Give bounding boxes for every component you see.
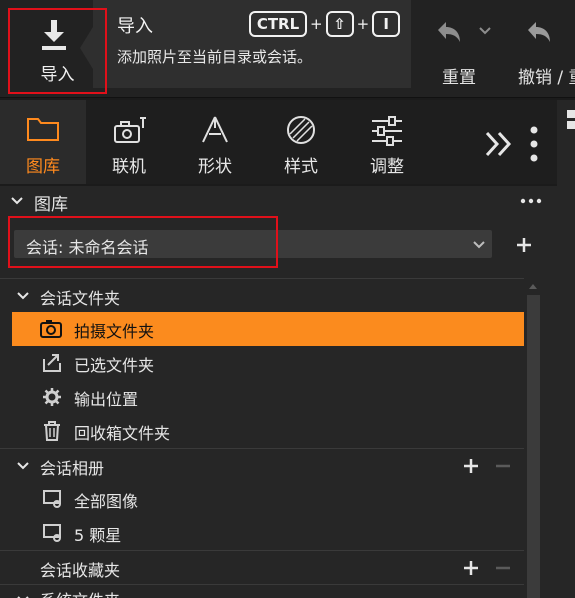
panel-menu-icon[interactable] — [520, 198, 542, 204]
reset-icon — [438, 22, 460, 42]
shape-icon — [202, 116, 228, 143]
list-item-label: 已选文件夹 — [74, 356, 155, 375]
list-item-trash-folder[interactable]: 回收箱文件夹 — [0, 414, 524, 448]
shift-key: ⇧ — [325, 11, 354, 37]
list-item-selects-folder[interactable]: 已选文件夹 — [0, 346, 524, 380]
sliders-icon — [372, 116, 402, 146]
tab-style-label: 样式 — [284, 157, 318, 177]
import-button[interactable]: 导入 — [8, 8, 107, 94]
section-session-albums[interactable]: 会话相册 — [0, 448, 524, 482]
scrollbar-thumb[interactable] — [527, 295, 540, 598]
list-item-five-stars[interactable]: 5 颗星 — [0, 516, 524, 550]
section-label: 会话文件夹 — [40, 289, 121, 308]
reset-label: 重置 — [442, 68, 476, 88]
section-system-folders[interactable]: 系统文件夹 — [0, 584, 524, 598]
import-tooltip: 导入 CTRL + ⇧ + I 添加照片至当前目录或会话。 — [93, 0, 411, 88]
tab-shape-label: 形状 — [198, 157, 232, 177]
add-session-icon[interactable] — [515, 236, 533, 254]
i-key: I — [372, 11, 401, 37]
list-item-label: 拍摄文件夹 — [74, 322, 155, 341]
reset-button[interactable]: 重置 — [430, 12, 486, 92]
list-item-label: 输出位置 — [74, 390, 139, 409]
chevron-down-icon — [473, 241, 485, 249]
undo-label: 撤销 / 重做 — [518, 68, 575, 88]
tab-tether[interactable]: 联机 — [86, 100, 172, 184]
undo-redo-button[interactable]: 撤销 / 重做 — [510, 12, 575, 92]
reset-dropdown-icon[interactable] — [478, 26, 492, 36]
grid-icon[interactable] — [567, 110, 575, 130]
panel-header[interactable]: 图库 — [0, 186, 557, 216]
tooltip-title: 导入 — [117, 16, 153, 37]
undo-icon — [528, 22, 550, 42]
tabs-menu-icon[interactable] — [529, 126, 539, 162]
list-item-capture-folder[interactable]: 拍摄文件夹 — [12, 312, 524, 346]
more-tabs-icon[interactable] — [484, 130, 514, 158]
selects-folder-icon — [43, 354, 61, 372]
right-tool-strip — [557, 100, 575, 598]
add-favorite-icon[interactable] — [462, 559, 480, 577]
remove-favorite-icon[interactable] — [494, 559, 512, 577]
section-label: 会话相册 — [40, 459, 105, 478]
style-icon — [287, 116, 315, 144]
tab-adjust[interactable]: 调整 — [344, 100, 430, 184]
tab-adjust-label: 调整 — [370, 157, 404, 177]
folder-icon — [27, 118, 59, 141]
gear-icon — [43, 388, 61, 406]
smart-album-icon — [43, 524, 61, 542]
tab-style[interactable]: 样式 — [258, 100, 344, 184]
chevron-down-icon — [17, 292, 29, 300]
section-label: 会话收藏夹 — [40, 561, 121, 580]
remove-album-icon[interactable] — [494, 457, 512, 475]
chevron-down-icon — [17, 462, 29, 470]
download-icon — [42, 20, 66, 50]
session-highlight-box — [8, 216, 278, 268]
tab-library-label: 图库 — [26, 157, 60, 177]
camera-tether-icon — [114, 117, 146, 143]
smart-album-icon — [43, 490, 61, 508]
plus-sign: + — [356, 15, 370, 33]
section-session-folders[interactable]: 会话文件夹 — [0, 278, 524, 312]
shortcut-keys: CTRL + ⇧ + I — [249, 10, 401, 38]
list-item-label: 回收箱文件夹 — [74, 424, 171, 443]
module-tabs: 图库 联机 形状 样式 调整 — [0, 100, 557, 184]
ctrl-key: CTRL — [249, 11, 307, 37]
plus-sign: + — [310, 15, 323, 33]
scroll-up-icon[interactable] — [528, 282, 538, 290]
list-item-label: 全部图像 — [74, 492, 139, 511]
list-item-output-location[interactable]: 输出位置 — [0, 380, 524, 414]
top-toolbar: 重置 撤销 / 重做 导入 CTRL + ⇧ + I 添加照片至当前目录或会话。… — [0, 0, 575, 98]
panel-title: 图库 — [34, 195, 68, 215]
tab-library[interactable]: 图库 — [0, 100, 86, 184]
tab-shape[interactable]: 形状 — [172, 100, 258, 184]
tab-tether-label: 联机 — [112, 157, 146, 177]
library-tree: 会话文件夹 拍摄文件夹 已选文件夹 输出位置 回收箱文件夹 会话相册 全部图像 … — [0, 276, 524, 598]
trash-icon — [44, 421, 60, 441]
library-panel: 图库 会话: 未命名会话 会话文件夹 拍摄文件夹 已选文件夹 输出位置 回收箱文… — [0, 186, 557, 598]
tooltip-description: 添加照片至当前目录或会话。 — [117, 48, 313, 66]
add-album-icon[interactable] — [462, 457, 480, 475]
section-session-favorites[interactable]: 会话收藏夹 — [0, 550, 524, 584]
list-item-all-images[interactable]: 全部图像 — [0, 482, 524, 516]
import-label: 导入 — [40, 65, 75, 85]
section-label: 系统文件夹 — [40, 587, 120, 598]
capture-folder-icon — [40, 320, 62, 338]
list-item-label: 5 颗星 — [74, 526, 122, 545]
chevron-down-icon — [11, 197, 23, 205]
